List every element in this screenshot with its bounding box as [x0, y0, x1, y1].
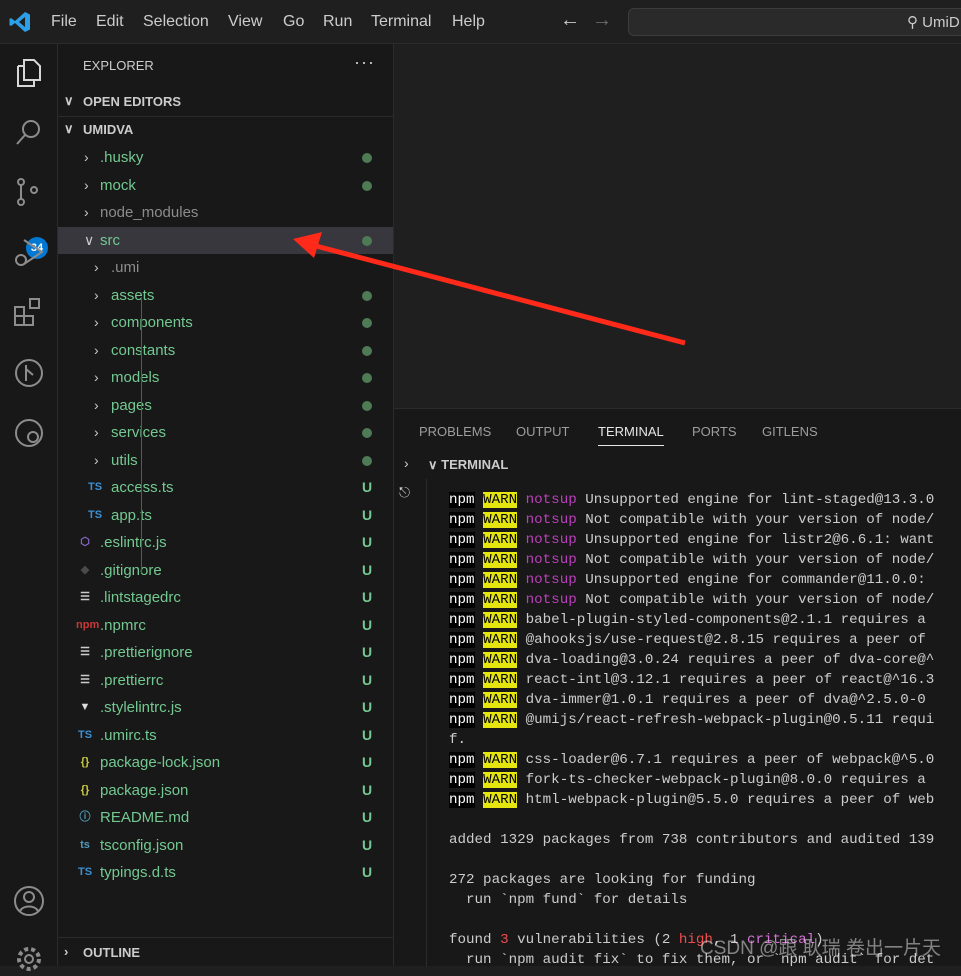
- watermark: CSDN @跟 耿瑞 卷出一片天: [700, 938, 941, 959]
- annotation-arrow: [293, 232, 686, 346]
